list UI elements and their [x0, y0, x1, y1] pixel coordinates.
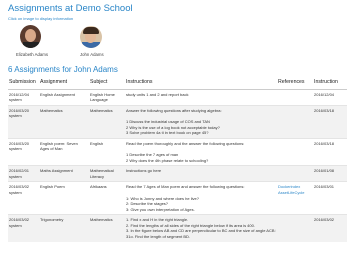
subject-cell: Mathematical Literacy: [89, 165, 125, 182]
instructions-cell: Read the poem thoroughly and the answer …: [125, 137, 277, 166]
subject-cell: Mathematics: [89, 104, 125, 139]
avatar-face: [25, 29, 36, 42]
instructions-cell: Instructions go here: [125, 165, 277, 182]
assignment-cell: English Poem: [39, 181, 89, 215]
page-title: Assignments at Demo School: [8, 3, 133, 14]
subject-line: Mathematics: [90, 217, 113, 223]
instruction-date-cell: 2016/03/18: [313, 137, 347, 166]
instruction-date-cell: 2016/03/02: [313, 214, 347, 242]
student-avatar-john[interactable]: [80, 26, 102, 48]
submission-cell: 2016/03/02 system: [8, 181, 39, 215]
assignment-line: Mathematics: [40, 107, 63, 113]
column-header-subject: Subject: [89, 78, 125, 90]
table-row: 2016/12/04 system English Assignment Englis…: [8, 88, 347, 106]
table-header-row: Submission Assignment Subject Instructio…: [8, 78, 347, 90]
submission-line: system: [9, 146, 22, 152]
submission-cell: 2016/12/04 system: [8, 88, 39, 106]
submission-line: system: [9, 189, 22, 195]
subject-line: English: [90, 140, 104, 146]
table-row: 2016/03/20 system Mathematics Mathematics An…: [8, 104, 347, 139]
subject-line: Language: [90, 97, 108, 103]
assignment-line: Maths Assignment: [40, 168, 73, 174]
table-row: 2016/03/02 system Trigonometry Mathematics 1…: [8, 214, 347, 242]
column-header-assignment: Assignment: [39, 78, 89, 90]
page-hint: Click on image to display information: [8, 16, 74, 21]
instruction-date-cell: 2016/03/18: [313, 104, 347, 139]
instruction-date-cell: 2016/03/01: [313, 181, 347, 215]
column-header-instruction: Instruction: [313, 78, 347, 90]
instructions-cell: study units 1 and 2 and report back: [125, 88, 277, 106]
instructions-line: 3 Solve problem 4a ti in text book on pa…: [126, 130, 209, 136]
assignment-line: English Poem: [40, 184, 65, 190]
assignment-cell: English Assignment: [39, 88, 89, 106]
instructions-line: 2 Why does the 4th phase relate to schoo…: [126, 157, 209, 163]
student-name-elizabeth: Elizabeth Adams: [16, 52, 49, 57]
instructions-cell: Read the 7 Ages of Man poem and answer t…: [125, 181, 277, 215]
references-cell: [277, 104, 313, 139]
references-cell: Dockerindex AssetLifeCycle: [277, 181, 313, 215]
avatar-hair: [83, 27, 99, 34]
column-header-submission: Submission: [8, 78, 39, 90]
assignment-cell: Mathematics: [39, 104, 89, 139]
submission-line: system: [9, 222, 22, 228]
table-row: 2016/03/02 system English Poem Afrikaans Rea…: [8, 181, 347, 215]
student-name-john: John Adams: [80, 52, 104, 57]
references-cell: [277, 214, 313, 242]
instruction-date-cell: 2016/01/08: [313, 165, 347, 182]
submission-cell: 2016/03/20 system: [8, 137, 39, 166]
instructions-cell: 1. Find x and H in the right triangle. 2.…: [125, 214, 277, 242]
instructions-line: 31o. Find the length of segment BD.: [126, 234, 191, 240]
subject-cell: English Home Language: [89, 88, 125, 106]
column-header-instructions: Instructions: [125, 78, 277, 90]
submission-line: system: [9, 173, 22, 179]
student-avatar-elizabeth[interactable]: [20, 25, 41, 48]
avatar-shirt: [23, 42, 39, 48]
table-row: 2016/02/01 system Maths Assignment Mathemat…: [8, 165, 347, 182]
assignment-cell: Trigonometry: [39, 214, 89, 242]
subject-cell: Afrikaans: [89, 181, 125, 215]
instructions-cell: Answer the following questions after stu…: [125, 104, 277, 139]
submission-cell: 2016/03/20 system: [8, 104, 39, 139]
assignment-line: Ages of Man: [40, 146, 63, 152]
assignment-cell: Maths Assignment: [39, 165, 89, 182]
assignment-line: Trigonometry: [40, 217, 64, 223]
subject-line: Mathematics: [90, 107, 113, 113]
assignments-table: Submission Assignment Subject Instructio…: [8, 78, 347, 242]
submission-cell: 2016/02/01 system: [8, 165, 39, 182]
instructions-line: study units 1 and 2 and report back: [126, 91, 189, 97]
references-cell: [277, 137, 313, 166]
assignment-cell: English poem: Seven Ages of Man: [39, 137, 89, 166]
instruction-date-cell: 2016/12/04: [313, 88, 347, 106]
subject-line: Literacy: [90, 173, 105, 179]
instructions-line: Instructions go here: [126, 168, 162, 174]
reference-link[interactable]: AssetLifeCycle: [278, 190, 312, 196]
submission-line: system: [9, 97, 22, 103]
submission-line: system: [9, 113, 22, 119]
column-header-references: References: [277, 78, 313, 90]
assignment-line: English Assignment: [40, 91, 75, 97]
table-row: 2016/03/20 system English poem: Seven Ages …: [8, 137, 347, 166]
submission-cell: 2016/03/02 system: [8, 214, 39, 242]
instructions-line: 3: Give you own interpretation of Ages.: [126, 206, 195, 212]
assignments-heading: 6 Assignments for John Adams: [8, 65, 118, 74]
references-cell: [277, 88, 313, 106]
subject-cell: Mathematics: [89, 214, 125, 242]
subject-cell: English: [89, 137, 125, 166]
references-cell: [277, 165, 313, 182]
subject-line: Afrikaans: [90, 184, 107, 190]
